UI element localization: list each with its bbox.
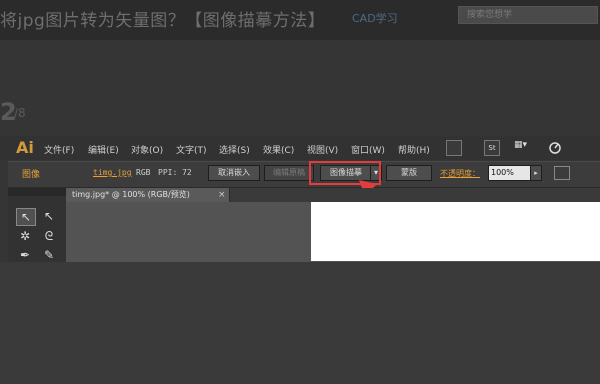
edit-original-button[interactable]: 编辑原稿 (264, 165, 314, 181)
tools-panel-header[interactable] (8, 188, 66, 196)
menu-edit[interactable]: 编辑(E) (88, 143, 119, 156)
object-type-label: 图像 (22, 170, 41, 180)
menu-view[interactable]: 视图(V) (307, 143, 338, 156)
menu-help[interactable]: 帮助(H) (398, 143, 430, 156)
pen-tool-icon[interactable]: ✒ (16, 247, 34, 263)
page-title: 将jpg图片转为矢量图？【图像描摹方法】 (0, 11, 326, 31)
artboard-canvas[interactable] (311, 202, 600, 261)
magic-wand-tool-icon[interactable]: ✲ (16, 228, 34, 244)
menu-effect[interactable]: 效果(C) (263, 143, 294, 156)
opacity-input[interactable]: 100% (488, 165, 532, 181)
selection-tool-icon[interactable]: ↖ (16, 208, 36, 226)
curvature-tool-icon[interactable]: ✎ (40, 247, 58, 263)
direct-selection-tool-icon[interactable]: ↖ (40, 208, 58, 224)
menu-type[interactable]: 文字(T) (176, 143, 207, 156)
gpu-performance-icon[interactable] (548, 140, 562, 154)
menu-file[interactable]: 文件(F) (44, 143, 74, 156)
lasso-tool-icon[interactable]: ᘓ (40, 228, 58, 244)
bridge-icon[interactable] (446, 140, 462, 156)
lower-page-area (0, 262, 600, 384)
document-tab[interactable]: timg.jpg* @ 100% (RGB/预览) (66, 188, 230, 202)
unembed-button[interactable]: 取消嵌入 (208, 165, 260, 181)
color-mode-label: RGB (136, 168, 151, 177)
menu-select[interactable]: 选择(S) (219, 143, 250, 156)
menu-window[interactable]: 窗口(W) (351, 143, 385, 156)
page-title-suffix[interactable]: CAD学习 (352, 10, 398, 26)
opacity-dropdown-button[interactable]: ▸ (530, 165, 542, 181)
transparency-options-icon[interactable] (554, 166, 570, 180)
linked-file-link[interactable]: timg.jpg (93, 168, 132, 177)
close-icon[interactable]: × (218, 188, 226, 202)
menu-object[interactable]: 对象(O) (131, 143, 163, 156)
ppi-label: PPI: 72 (158, 168, 192, 177)
arrange-documents-icon[interactable]: ▦▾ (514, 140, 540, 154)
stock-icon[interactable]: St (484, 140, 500, 156)
step-total: /8 (14, 106, 26, 120)
app-logo: Ai (16, 138, 34, 157)
opacity-label[interactable]: 不透明度： (440, 168, 480, 179)
search-input[interactable]: 搜索您想学 (458, 6, 598, 24)
